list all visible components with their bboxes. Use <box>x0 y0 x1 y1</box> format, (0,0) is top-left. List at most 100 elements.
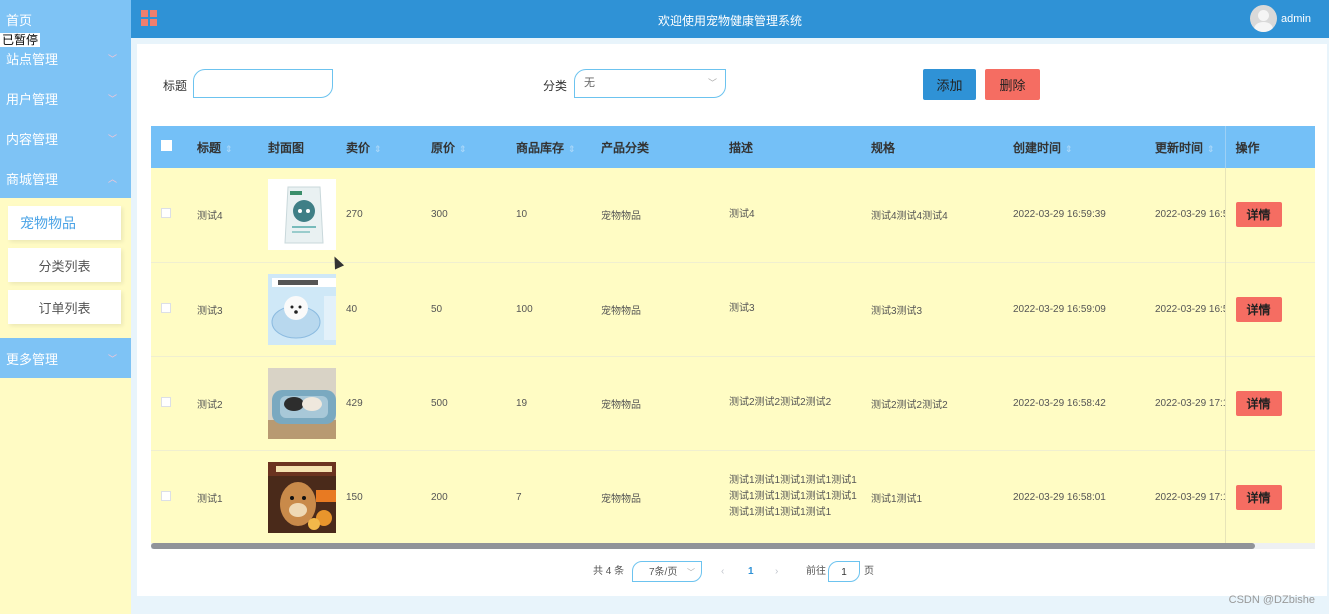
sort-icon[interactable]: ⇕ <box>459 144 467 154</box>
cell-spec: 测试4测试4测试4 <box>871 211 948 223</box>
cell-price: 40 <box>346 303 358 315</box>
protective-collar-image[interactable] <box>268 273 336 345</box>
cell-description: 测试2测试2测试2测试2 <box>729 397 832 408</box>
table-header-row: 标题 ⇕ 封面图 卖价 ⇕ 原价 ⇕ 商品库存 ⇕ 产品分类 描述 规格 创建时间 ⇕ 更… <box>151 126 1315 168</box>
sort-icon[interactable]: ⇕ <box>1065 144 1073 154</box>
row-checkbox[interactable] <box>161 302 171 313</box>
horizontal-scrollbar[interactable] <box>151 543 1315 549</box>
page-title: 欢迎使用宠物健康管理系统 <box>657 14 802 28</box>
sidebar-subitem-orders[interactable]: 订单列表 <box>8 290 121 324</box>
cell-cover <box>258 262 336 356</box>
sort-icon[interactable]: ⇕ <box>225 144 233 154</box>
detail-button[interactable]: 详情 <box>1235 202 1282 228</box>
cell-description: 测试1测试1测试1测试1测试1测试1测试1测试1测试1测试1测试1测试1测试1测… <box>729 475 857 518</box>
category-select[interactable]: 无 ﹀ <box>574 69 726 98</box>
cell-title: 测试2 <box>197 399 223 411</box>
col-updated[interactable]: 更新时间 ⇕ <box>1145 126 1225 168</box>
category-filter-label: 分类 <box>543 79 568 93</box>
cell-price: 429 <box>346 397 363 409</box>
cell-created: 2022-03-29 16:59:39 <box>1013 209 1106 221</box>
sidebar-item-users[interactable]: 用户管理 ﹀ <box>0 78 131 118</box>
col-price[interactable]: 卖价 ⇕ <box>336 126 421 168</box>
col-actions: 操作 <box>1224 126 1315 168</box>
pet-bed-image[interactable] <box>268 367 336 439</box>
delete-button[interactable]: 删除 <box>985 69 1040 100</box>
detail-button[interactable]: 详情 <box>1235 484 1282 510</box>
cell-original-price: 200 <box>431 491 448 503</box>
data-table: 标题 ⇕ 封面图 卖价 ⇕ 原价 ⇕ 商品库存 ⇕ 产品分类 描述 规格 创建时间 ⇕ 更… <box>151 126 1315 549</box>
row-checkbox[interactable] <box>161 490 171 501</box>
cell-title: 测试1 <box>197 493 223 505</box>
sort-icon[interactable]: ⇕ <box>568 144 576 154</box>
user-name[interactable]: admin <box>1281 13 1311 25</box>
scrollbar-thumb[interactable] <box>151 543 1255 549</box>
dog-treat-pack-image[interactable] <box>268 461 336 533</box>
cell-title: 测试3 <box>197 305 223 317</box>
cell-updated: 2022-03-29 17:1 <box>1155 491 1225 503</box>
chevron-down-icon: ﹀ <box>107 133 117 144</box>
sidebar-item-more[interactable]: 更多管理 ﹀ <box>0 338 131 378</box>
cell-description: 测试4 <box>729 208 755 220</box>
cell-created: 2022-03-29 16:58:01 <box>1013 491 1106 503</box>
cell-spec: 测试1测试1 <box>871 493 923 505</box>
row-checkbox[interactable] <box>161 396 171 407</box>
add-button[interactable]: 添加 <box>923 69 976 100</box>
goto-label: 前往 <box>806 566 826 577</box>
table-row: 测试2 429 500 19 宠物物品 测试2测试2测试2测试2 测试2测试2测… <box>151 356 1315 450</box>
cell-spec: 测试2测试2测试2 <box>871 399 948 411</box>
cell-price: 150 <box>346 491 363 503</box>
sidebar-subitem-categories[interactable]: 分类列表 <box>8 248 121 282</box>
sort-icon[interactable]: ⇕ <box>374 144 382 154</box>
goto-page-input[interactable]: 1 <box>828 561 860 582</box>
cell-category: 宠物物品 <box>601 493 641 505</box>
cell-updated: 2022-03-29 16:5 <box>1155 303 1225 315</box>
title-filter-input[interactable] <box>193 69 333 98</box>
col-created[interactable]: 创建时间 ⇕ <box>1003 126 1145 168</box>
cell-title: 测试4 <box>197 211 223 223</box>
col-original-price[interactable]: 原价 ⇕ <box>421 126 506 168</box>
page-size-select[interactable]: 7条/页 ﹀ <box>632 561 702 582</box>
sidebar-menu: 首页 站点管理 ﹀ 用户管理 ﹀ 内容管理 ﹀ 商城管理 ︿ <box>0 0 131 198</box>
sidebar: 首页 站点管理 ﹀ 用户管理 ﹀ 内容管理 ﹀ 商城管理 ︿ 已暂停 宠物物品 分类列表… <box>0 0 131 614</box>
page-suffix-label: 页 <box>864 566 874 577</box>
cell-original-price: 300 <box>431 209 448 221</box>
cell-stock: 10 <box>516 209 528 221</box>
sidebar-item-content[interactable]: 内容管理 ﹀ <box>0 118 131 158</box>
pet-food-bag-image[interactable] <box>268 179 336 251</box>
col-cover: 封面图 <box>268 140 305 155</box>
sidebar-item-shop[interactable]: 商城管理 ︿ <box>0 158 131 198</box>
detail-button[interactable]: 详情 <box>1235 296 1282 322</box>
cell-created: 2022-03-29 16:59:09 <box>1013 303 1106 315</box>
detail-button[interactable]: 详情 <box>1235 390 1282 416</box>
col-stock[interactable]: 商品库存 ⇕ <box>506 126 591 168</box>
avatar[interactable] <box>1250 5 1277 32</box>
cell-category: 宠物物品 <box>601 399 641 411</box>
category-select-value: 无 <box>584 77 595 89</box>
filter-bar: 标题 分类 无 ﹀ 添加 删除 <box>137 69 1327 100</box>
col-category: 产品分类 <box>601 140 650 155</box>
chevron-down-icon: ﹀ <box>707 78 717 88</box>
pagination-total: 共 4 条 <box>593 566 625 577</box>
next-page-button[interactable]: › <box>775 561 778 583</box>
select-all-checkbox[interactable] <box>161 140 172 151</box>
title-filter-label: 标题 <box>163 79 188 93</box>
select-all-cell[interactable] <box>151 126 187 168</box>
row-checkbox[interactable] <box>161 208 171 219</box>
cell-cover <box>258 356 336 450</box>
cell-cover <box>258 168 336 262</box>
top-header: 欢迎使用宠物健康管理系统 admin <box>131 0 1329 38</box>
sidebar-subitem-pet-goods[interactable]: 宠物物品 <box>8 206 121 240</box>
table-row: 测试3 40 50 100 宠物物品 测试3 测试3测试3 2022-03-29… <box>151 262 1315 356</box>
table-row: 测试4 270 300 10 宠物物品 测试4 测试4测试4测试4 2022-0… <box>151 168 1315 262</box>
table-row: 测试1 150 200 7 宠物物品 测试1测试1测试1测试1测试1测试1测试1… <box>151 450 1315 544</box>
sort-icon[interactable]: ⇕ <box>1207 144 1215 154</box>
col-title[interactable]: 标题 ⇕ <box>187 126 258 168</box>
cell-original-price: 500 <box>431 397 448 409</box>
chevron-down-icon: ﹀ <box>107 353 117 364</box>
page-number-current[interactable]: 1 <box>748 561 754 583</box>
cell-category: 宠物物品 <box>601 305 641 317</box>
cell-created: 2022-03-29 16:58:42 <box>1013 397 1106 409</box>
cell-price: 270 <box>346 209 363 221</box>
cell-description: 测试3 <box>729 303 755 314</box>
prev-page-button[interactable]: ‹ <box>721 561 724 583</box>
